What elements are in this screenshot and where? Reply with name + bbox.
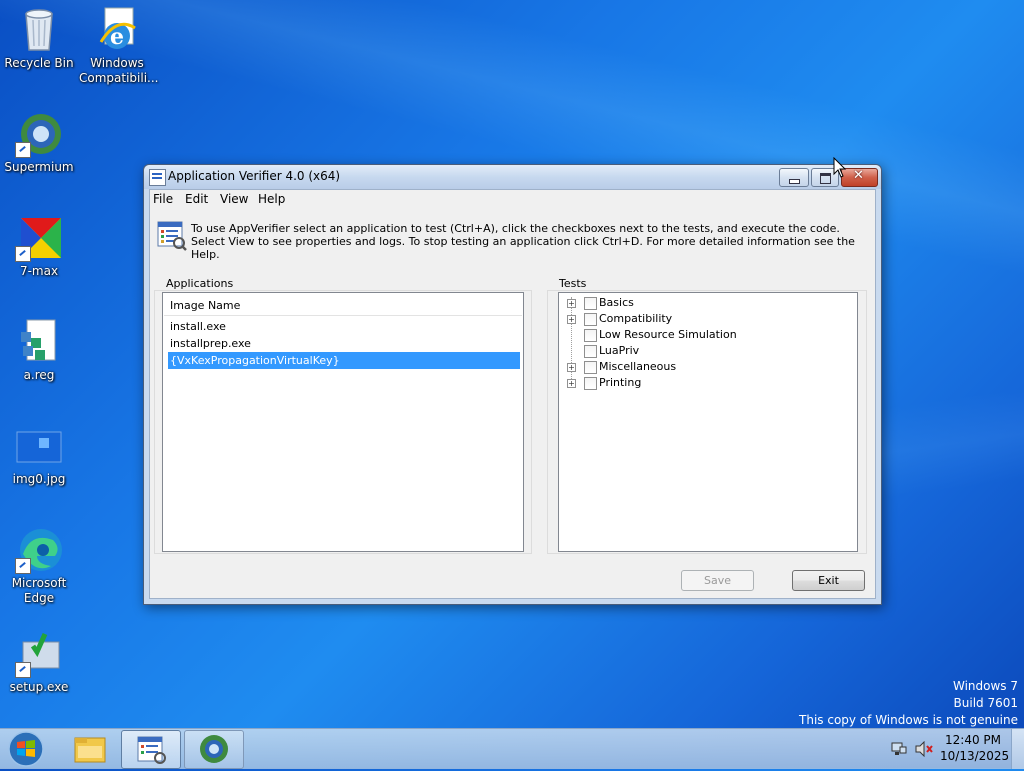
start-button[interactable] (4, 730, 48, 768)
app-verifier-icon (149, 169, 166, 186)
instructions-text: To use AppVerifier select an application… (191, 222, 855, 261)
clock-time: 12:40 PM (945, 733, 1001, 747)
shortcut-arrow-icon (15, 142, 31, 158)
image-file-icon (15, 422, 63, 470)
exit-button[interactable]: Exit (792, 570, 865, 591)
column-header-label: Image Name (170, 299, 241, 312)
list-item[interactable]: install.exe (168, 318, 520, 335)
desktop-icon-supermium[interactable]: Supermium (1, 110, 77, 175)
expand-icon[interactable]: + (567, 379, 576, 388)
desktop-icon-label: 7-max (19, 264, 59, 278)
window-title: Application Verifier 4.0 (x64) (168, 169, 341, 183)
app-verifier-icon (137, 736, 166, 764)
checkbox[interactable] (584, 329, 597, 342)
tree-item-label: Printing (599, 376, 642, 389)
desktop-icon-label: img0.jpg (12, 472, 66, 486)
show-desktop-button[interactable] (1011, 729, 1024, 769)
checkbox[interactable] (584, 361, 597, 374)
desktop-icon-recycle-bin[interactable]: Recycle Bin (1, 6, 77, 71)
7-max-icon (15, 214, 63, 262)
shortcut-arrow-icon (15, 246, 31, 262)
image-name-column-header[interactable]: Image Name (164, 294, 522, 316)
desktop-icon-label: Recycle Bin (4, 56, 74, 70)
save-button[interactable]: Save (681, 570, 754, 591)
checkbox[interactable] (584, 313, 597, 326)
expand-icon[interactable]: + (567, 363, 576, 372)
applications-list[interactable]: Image Name install.exe installprep.exe {… (162, 292, 524, 552)
minimize-button[interactable] (779, 168, 809, 187)
desktop-icon-a-reg[interactable]: a.reg (1, 318, 77, 383)
list-item-selected[interactable]: {VxKexPropagationVirtualKey} (168, 352, 520, 369)
desktop-icon-label: Windows Compatibili... (79, 56, 159, 85)
network-icon[interactable] (890, 741, 908, 760)
desktop-icon-setup-exe[interactable]: setup.exe (1, 630, 77, 695)
watermark-line: Windows 7 (952, 679, 1018, 693)
tree-item-label: Miscellaneous (599, 360, 677, 373)
tree-item-label: LuaPriv (599, 344, 640, 357)
shortcut-arrow-icon (15, 662, 31, 678)
taskbar-item-supermium[interactable] (184, 730, 244, 769)
taskbar: 12:40 PM 10/13/2025 (0, 728, 1024, 769)
desktop-icon-label: a.reg (23, 368, 55, 382)
recycle-bin-icon (15, 6, 63, 54)
registry-file-icon (15, 318, 63, 366)
desktop-icon-microsoft-edge[interactable]: Microsoft Edge (1, 526, 77, 606)
list-item[interactable]: installprep.exe (168, 335, 520, 352)
taskbar-item-windows-explorer[interactable] (60, 730, 118, 767)
info-icon (157, 221, 187, 251)
tests-label: Tests (557, 277, 589, 290)
expand-icon[interactable]: + (567, 315, 576, 324)
setup-installer-icon (15, 630, 63, 678)
application-verifier-window: Application Verifier 4.0 (x64) File Edit… (143, 164, 882, 605)
window-titlebar[interactable]: Application Verifier 4.0 (x64) (144, 165, 881, 189)
menu-bar: File Edit View Help (150, 190, 875, 210)
checkbox[interactable] (584, 297, 597, 310)
checkbox[interactable] (584, 377, 597, 390)
tree-item-label: Compatibility (599, 312, 673, 325)
menu-edit[interactable]: Edit (185, 192, 208, 206)
window-client-area: File Edit View Help To use AppVerifier s… (149, 189, 876, 599)
internet-explorer-icon: e (93, 6, 141, 54)
checkbox[interactable] (584, 345, 597, 358)
edge-icon (15, 526, 63, 574)
taskbar-item-application-verifier[interactable] (121, 730, 181, 769)
windows-logo-icon (8, 731, 44, 767)
menu-view[interactable]: View (220, 192, 248, 206)
shortcut-arrow-icon (15, 558, 31, 574)
folder-icon (74, 737, 106, 763)
desktop-icon-label: setup.exe (9, 680, 69, 694)
watermark-line: Build 7601 (953, 696, 1018, 710)
desktop-icon-windows-compatibility[interactable]: e Windows Compatibili... (79, 6, 159, 86)
menu-help[interactable]: Help (258, 192, 285, 206)
tree-item-label: Basics (599, 296, 634, 309)
supermium-icon (15, 110, 63, 158)
desktop-icon-label: Microsoft Edge (11, 576, 67, 605)
tests-tree[interactable]: + Basics + Compatibility Low Resource Si… (558, 292, 858, 552)
menu-file[interactable]: File (153, 192, 173, 206)
volume-muted-icon[interactable] (914, 740, 934, 760)
windows-watermark: Windows 7 Build 7601 This copy of Window… (799, 678, 1018, 729)
watermark-line: This copy of Windows is not genuine (799, 713, 1018, 727)
desktop-icon-img0-jpg[interactable]: img0.jpg (1, 422, 77, 487)
desktop-icon-7-max[interactable]: 7-max (1, 214, 77, 279)
supermium-icon (200, 735, 228, 763)
clock-date: 10/13/2025 (940, 749, 1010, 763)
tree-item-label: Low Resource Simulation (599, 328, 737, 341)
clock[interactable]: 12:40 PM 10/13/2025 (940, 733, 1010, 763)
applications-label: Applications (164, 277, 236, 290)
expand-icon[interactable]: + (567, 299, 576, 308)
desktop-icon-label: Supermium (4, 160, 74, 174)
